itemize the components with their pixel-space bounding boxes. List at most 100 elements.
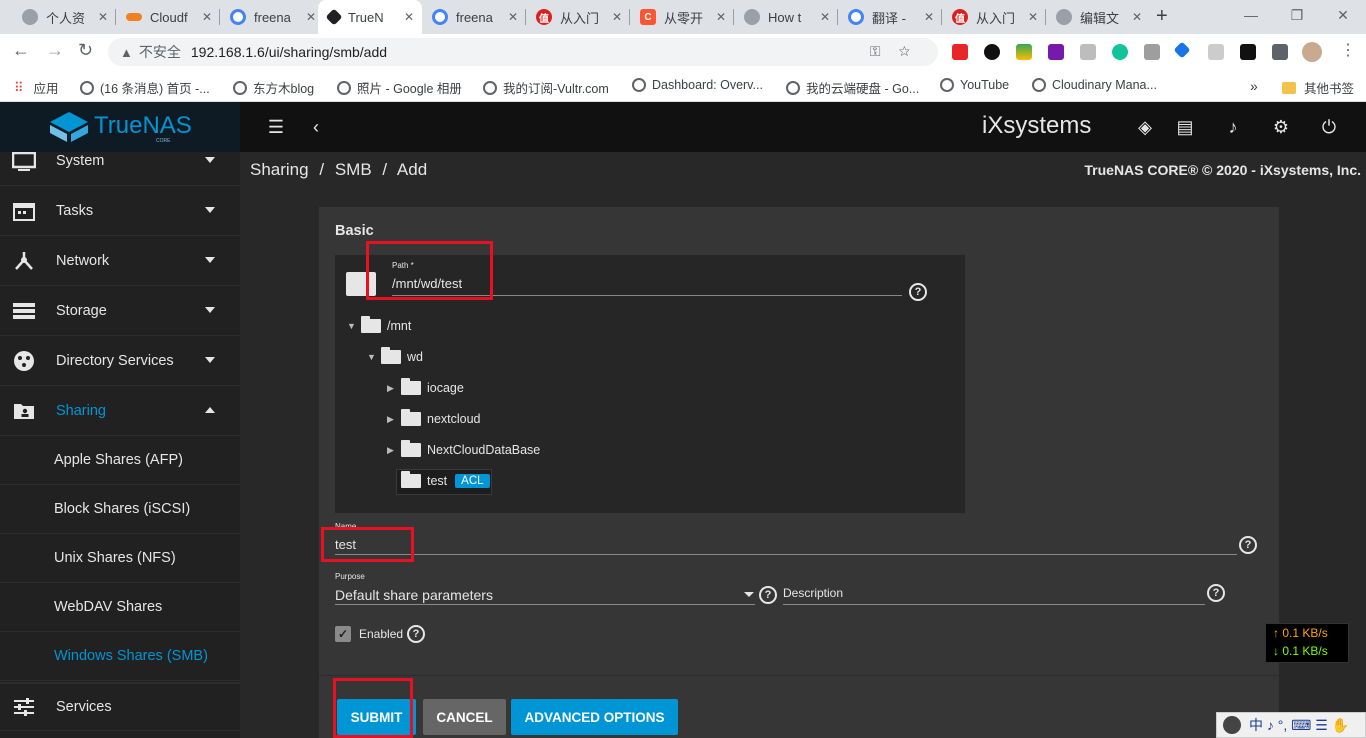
camera-icon[interactable] — [1080, 44, 1096, 60]
sidebar-item-webdav[interactable]: WebDAV Shares — [0, 583, 240, 632]
bookmark[interactable]: YouTube — [940, 78, 1009, 92]
network-speed-widget: ↑ 0.1 KB/s ↓ 0.1 KB/s — [1265, 623, 1349, 663]
browser-tab[interactable]: freena ✕ — [422, 0, 526, 34]
browser-tab[interactable]: 值从入门 ✕ — [942, 0, 1046, 34]
grammarly-icon[interactable] — [1112, 44, 1128, 60]
avatar[interactable] — [1302, 42, 1322, 62]
breadcrumb-smb[interactable]: SMB — [335, 160, 372, 179]
tree-node[interactable]: ▶ nextcloud — [387, 409, 481, 426]
extension-icon[interactable] — [984, 44, 1000, 60]
help-icon[interactable]: ? — [759, 586, 777, 604]
close-icon[interactable]: ✕ — [508, 10, 518, 24]
help-icon[interactable]: ? — [1207, 584, 1225, 602]
browser-tab[interactable]: freena ✕ — [220, 0, 324, 34]
bookmark[interactable]: 我的云端硬盘 - Go... — [786, 78, 919, 97]
browser-tab[interactable]: 编辑文 ✕ — [1046, 0, 1150, 34]
browser-tab[interactable]: C 从零开 ✕ — [630, 0, 734, 34]
other-bookmarks[interactable]: 其他书签 — [1282, 78, 1354, 97]
browser-tab-active[interactable]: TrueN ✕ — [318, 0, 422, 34]
help-icon[interactable]: ? — [909, 283, 927, 301]
extension-icon[interactable] — [1240, 44, 1256, 60]
bookmark[interactable]: Dashboard: Overv... — [632, 78, 763, 92]
close-icon[interactable]: ✕ — [612, 10, 622, 24]
close-icon[interactable]: ✕ — [1028, 10, 1038, 24]
tree-node-mnt[interactable]: ▼/mnt — [347, 316, 411, 333]
bookmark[interactable]: (16 条消息) 首页 -... — [80, 78, 210, 97]
power-icon[interactable]: ⏻ — [1318, 116, 1340, 138]
bookmark[interactable]: 东方木blog — [233, 78, 314, 97]
restore-icon[interactable]: ❐ — [1274, 0, 1320, 34]
smzdm-icon: 值 — [536, 9, 552, 25]
close-icon[interactable]: ✕ — [716, 10, 726, 24]
sidebar-item-afp[interactable]: Apple Shares (AFP) — [0, 436, 240, 485]
extension-icon[interactable] — [1016, 44, 1032, 60]
apps-grid-icon: ⠿ — [14, 79, 24, 95]
help-icon[interactable]: ? — [407, 625, 425, 643]
browser-tab[interactable]: 值从入门 ✕ — [526, 0, 630, 34]
close-icon[interactable]: ✕ — [404, 10, 414, 24]
breadcrumb-sharing[interactable]: Sharing — [250, 160, 309, 179]
bookmark[interactable]: 我的订阅-Vultr.com — [483, 78, 609, 97]
close-icon[interactable]: ✕ — [98, 10, 108, 24]
advanced-options-button[interactable]: ADVANCED OPTIONS — [511, 699, 678, 735]
sidebar-item-sharing[interactable]: Sharing — [0, 387, 240, 436]
tree-node[interactable]: ▶ NextCloudDataBase — [387, 440, 540, 457]
tree-node[interactable]: ▶ iocage — [387, 378, 464, 395]
bookmarks-overflow-button[interactable]: » — [1250, 78, 1258, 94]
star-icon[interactable]: ⚿☆ — [870, 43, 928, 60]
bell-icon[interactable]: ♪ — [1222, 116, 1244, 138]
puzzle-icon[interactable] — [1272, 44, 1288, 60]
clipboard-icon[interactable]: ▤ — [1174, 116, 1196, 138]
cancel-button[interactable]: CANCEL — [423, 699, 506, 735]
tree-node-test[interactable]: test ACL — [401, 471, 490, 488]
more-menu-icon[interactable]: ⋮ — [1340, 43, 1356, 60]
mail-icon[interactable] — [1144, 44, 1160, 60]
browser-tab[interactable]: How t ✕ — [734, 0, 838, 34]
browser-toolbar: ← → ↻ ▲ 不安全 192.168.1.6/ui/sharing/smb/a… — [0, 34, 1366, 70]
browser-tab[interactable]: Cloudf ✕ — [116, 0, 220, 34]
sidebar-item-directory-services[interactable]: Directory Services — [0, 337, 240, 386]
new-tab-button[interactable]: + — [1156, 5, 1168, 28]
browser-tab[interactable]: 个人资 ✕ — [12, 0, 116, 34]
truecommand-icon[interactable]: ◈ — [1134, 116, 1156, 138]
forward-arrow-icon[interactable]: → — [46, 40, 64, 61]
sidebar-item-services[interactable]: Services — [0, 682, 240, 731]
tree-node-wd[interactable]: ▼ wd — [367, 347, 423, 364]
ime-toolbar[interactable]: 中 ♪ °, ⌨ ☰ ✋ — [1216, 712, 1366, 738]
chevron-up-icon — [205, 407, 215, 413]
sidebar-item-system[interactable]: System — [0, 137, 240, 186]
bookmark[interactable]: 照片 - Google 相册 — [337, 78, 462, 97]
sidebar-item-smb[interactable]: Windows Shares (SMB) — [0, 632, 240, 681]
security-label: 不安全 — [138, 44, 181, 60]
bookmark[interactable]: Cloudinary Mana... — [1032, 78, 1157, 92]
extension-icon[interactable] — [1208, 44, 1224, 60]
menu-icon[interactable]: ☰ — [265, 116, 287, 138]
sidebar-item-network[interactable]: Network — [0, 237, 240, 286]
purpose-select[interactable]: Default share parameters — [335, 587, 493, 603]
close-icon[interactable]: ✕ — [202, 10, 212, 24]
onenote-icon[interactable] — [1048, 44, 1064, 60]
back-arrow-icon[interactable]: ← — [12, 40, 30, 61]
gear-icon[interactable]: ⚙ — [1270, 116, 1292, 138]
help-icon[interactable]: ? — [1239, 536, 1257, 554]
sidebar-item-nfs[interactable]: Unix Shares (NFS) — [0, 534, 240, 583]
close-icon[interactable]: ✕ — [924, 10, 934, 24]
sidebar-item-storage[interactable]: Storage — [0, 287, 240, 336]
folder-icon — [401, 409, 421, 426]
reload-icon[interactable]: ↻ — [78, 40, 93, 61]
close-icon[interactable]: ✕ — [820, 10, 830, 24]
bookmark-apps[interactable]: ⠿ 应用 — [14, 78, 59, 97]
chevron-down-icon[interactable] — [744, 592, 754, 597]
extension-icon[interactable] — [952, 44, 968, 60]
close-window-icon[interactable]: ✕ — [1320, 0, 1366, 34]
minimize-icon[interactable]: — — [1228, 0, 1274, 34]
sidebar-item-iscsi[interactable]: Block Shares (iSCSI) — [0, 485, 240, 534]
enabled-checkbox[interactable]: ✓ — [335, 626, 351, 642]
browser-tab[interactable]: 翻译 - ✕ — [838, 0, 942, 34]
address-bar[interactable]: ▲ 不安全 192.168.1.6/ui/sharing/smb/add ⚿☆ — [108, 38, 938, 66]
close-icon[interactable]: ✕ — [1132, 10, 1142, 24]
close-icon[interactable]: ✕ — [306, 10, 316, 24]
description-input[interactable]: Description — [783, 586, 843, 600]
sidebar-item-tasks[interactable]: Tasks — [0, 187, 240, 236]
back-icon[interactable]: ‹ — [305, 116, 327, 138]
